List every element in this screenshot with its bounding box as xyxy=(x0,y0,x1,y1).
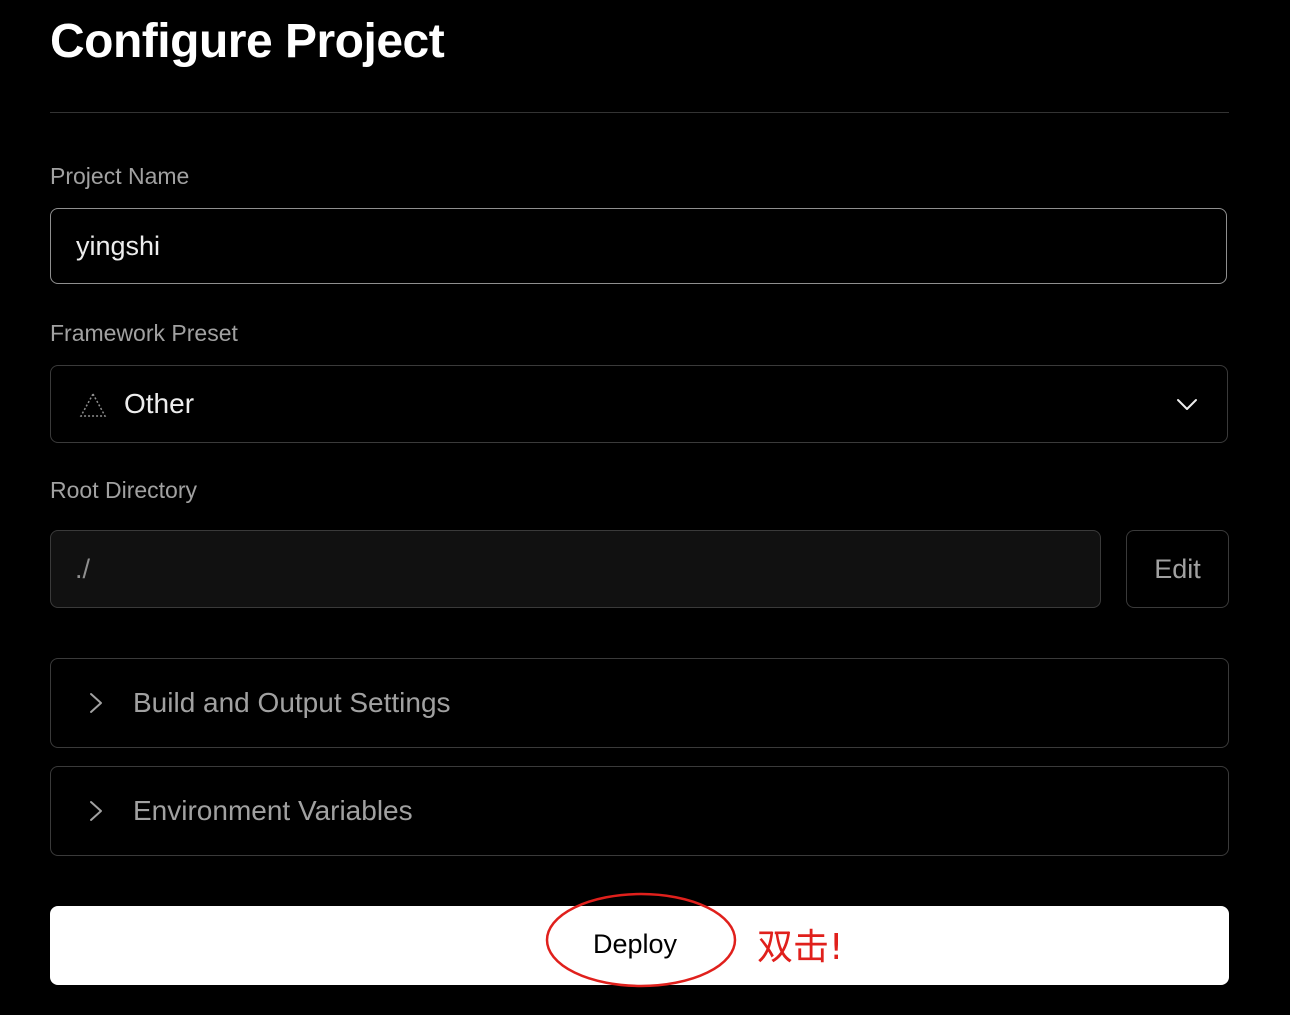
configure-project-page: Configure Project Project Name yingshi F… xyxy=(0,0,1290,1015)
page-title: Configure Project xyxy=(50,15,445,68)
project-name-value: yingshi xyxy=(76,231,161,261)
framework-preset-value: Other xyxy=(124,388,195,419)
root-directory-input: ./ xyxy=(50,530,1101,608)
edit-root-directory-button[interactable]: Edit xyxy=(1126,530,1229,608)
root-directory-label: Root Directory xyxy=(50,477,197,503)
title-divider xyxy=(50,112,1229,113)
environment-variables-section[interactable]: Environment Variables xyxy=(50,766,1229,856)
framework-preset-label: Framework Preset xyxy=(50,320,238,346)
annotation-text: 双击! xyxy=(757,927,844,968)
root-directory-value: ./ xyxy=(75,554,91,584)
project-name-label: Project Name xyxy=(50,163,190,189)
project-name-input[interactable]: yingshi xyxy=(50,208,1227,284)
annotation-ellipse xyxy=(545,892,737,988)
chevron-right-icon xyxy=(90,693,102,713)
chevron-right-icon xyxy=(90,801,102,821)
environment-variables-label: Environment Variables xyxy=(133,795,413,826)
framework-preset-select[interactable]: Other xyxy=(50,365,1228,443)
framework-other-icon xyxy=(79,392,107,417)
build-output-settings-section[interactable]: Build and Output Settings xyxy=(50,658,1229,748)
chevron-down-icon xyxy=(1177,399,1197,410)
build-output-settings-label: Build and Output Settings xyxy=(133,687,451,718)
